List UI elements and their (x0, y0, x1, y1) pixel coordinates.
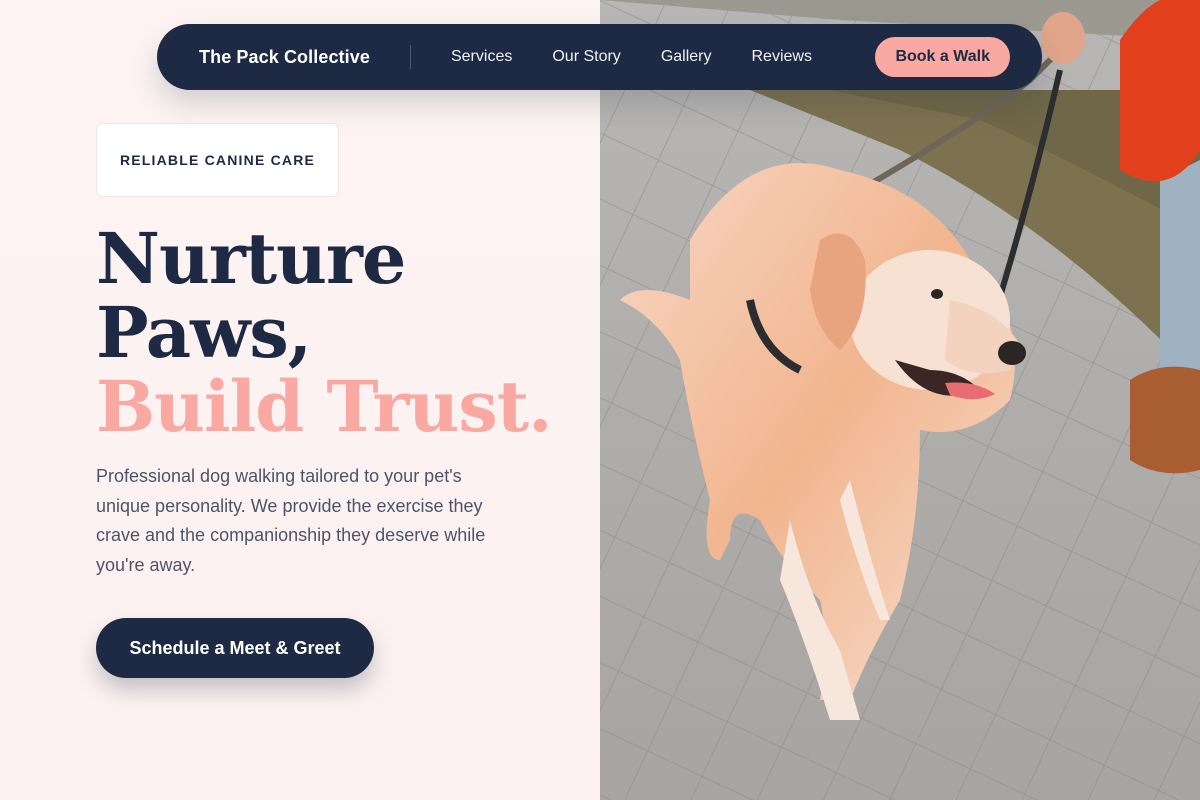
hero-photo: petsittersite (600, 0, 1200, 800)
hero-badge: RELIABLE CANINE CARE (96, 123, 339, 197)
nav-link-services[interactable]: Services (451, 48, 512, 66)
hero-description: Professional dog walking tailored to you… (96, 466, 486, 575)
schedule-meet-greet-button[interactable]: Schedule a Meet & Greet (96, 618, 374, 678)
headline-line-1: Nurture (96, 217, 406, 300)
hero-badge-label: RELIABLE CANINE CARE (119, 152, 316, 168)
headline-line-2: Paws, (96, 291, 312, 374)
hero-headline: Nurture Paws, Build Trust. (96, 217, 552, 448)
main-navbar: The Pack Collective Services Our Story G… (157, 24, 1042, 90)
nav-divider (409, 45, 411, 69)
dog-walking-photo (600, 0, 1200, 800)
headline-accent: Build Trust. (96, 365, 552, 448)
brand-logo[interactable]: The Pack Collective (199, 47, 370, 68)
nav-link-our-story[interactable]: Our Story (552, 48, 620, 66)
nav-links: Services Our Story Gallery Reviews (451, 48, 812, 66)
book-walk-button[interactable]: Book a Walk (875, 37, 1010, 77)
nav-link-gallery[interactable]: Gallery (661, 48, 712, 66)
nav-link-reviews[interactable]: Reviews (752, 48, 812, 66)
